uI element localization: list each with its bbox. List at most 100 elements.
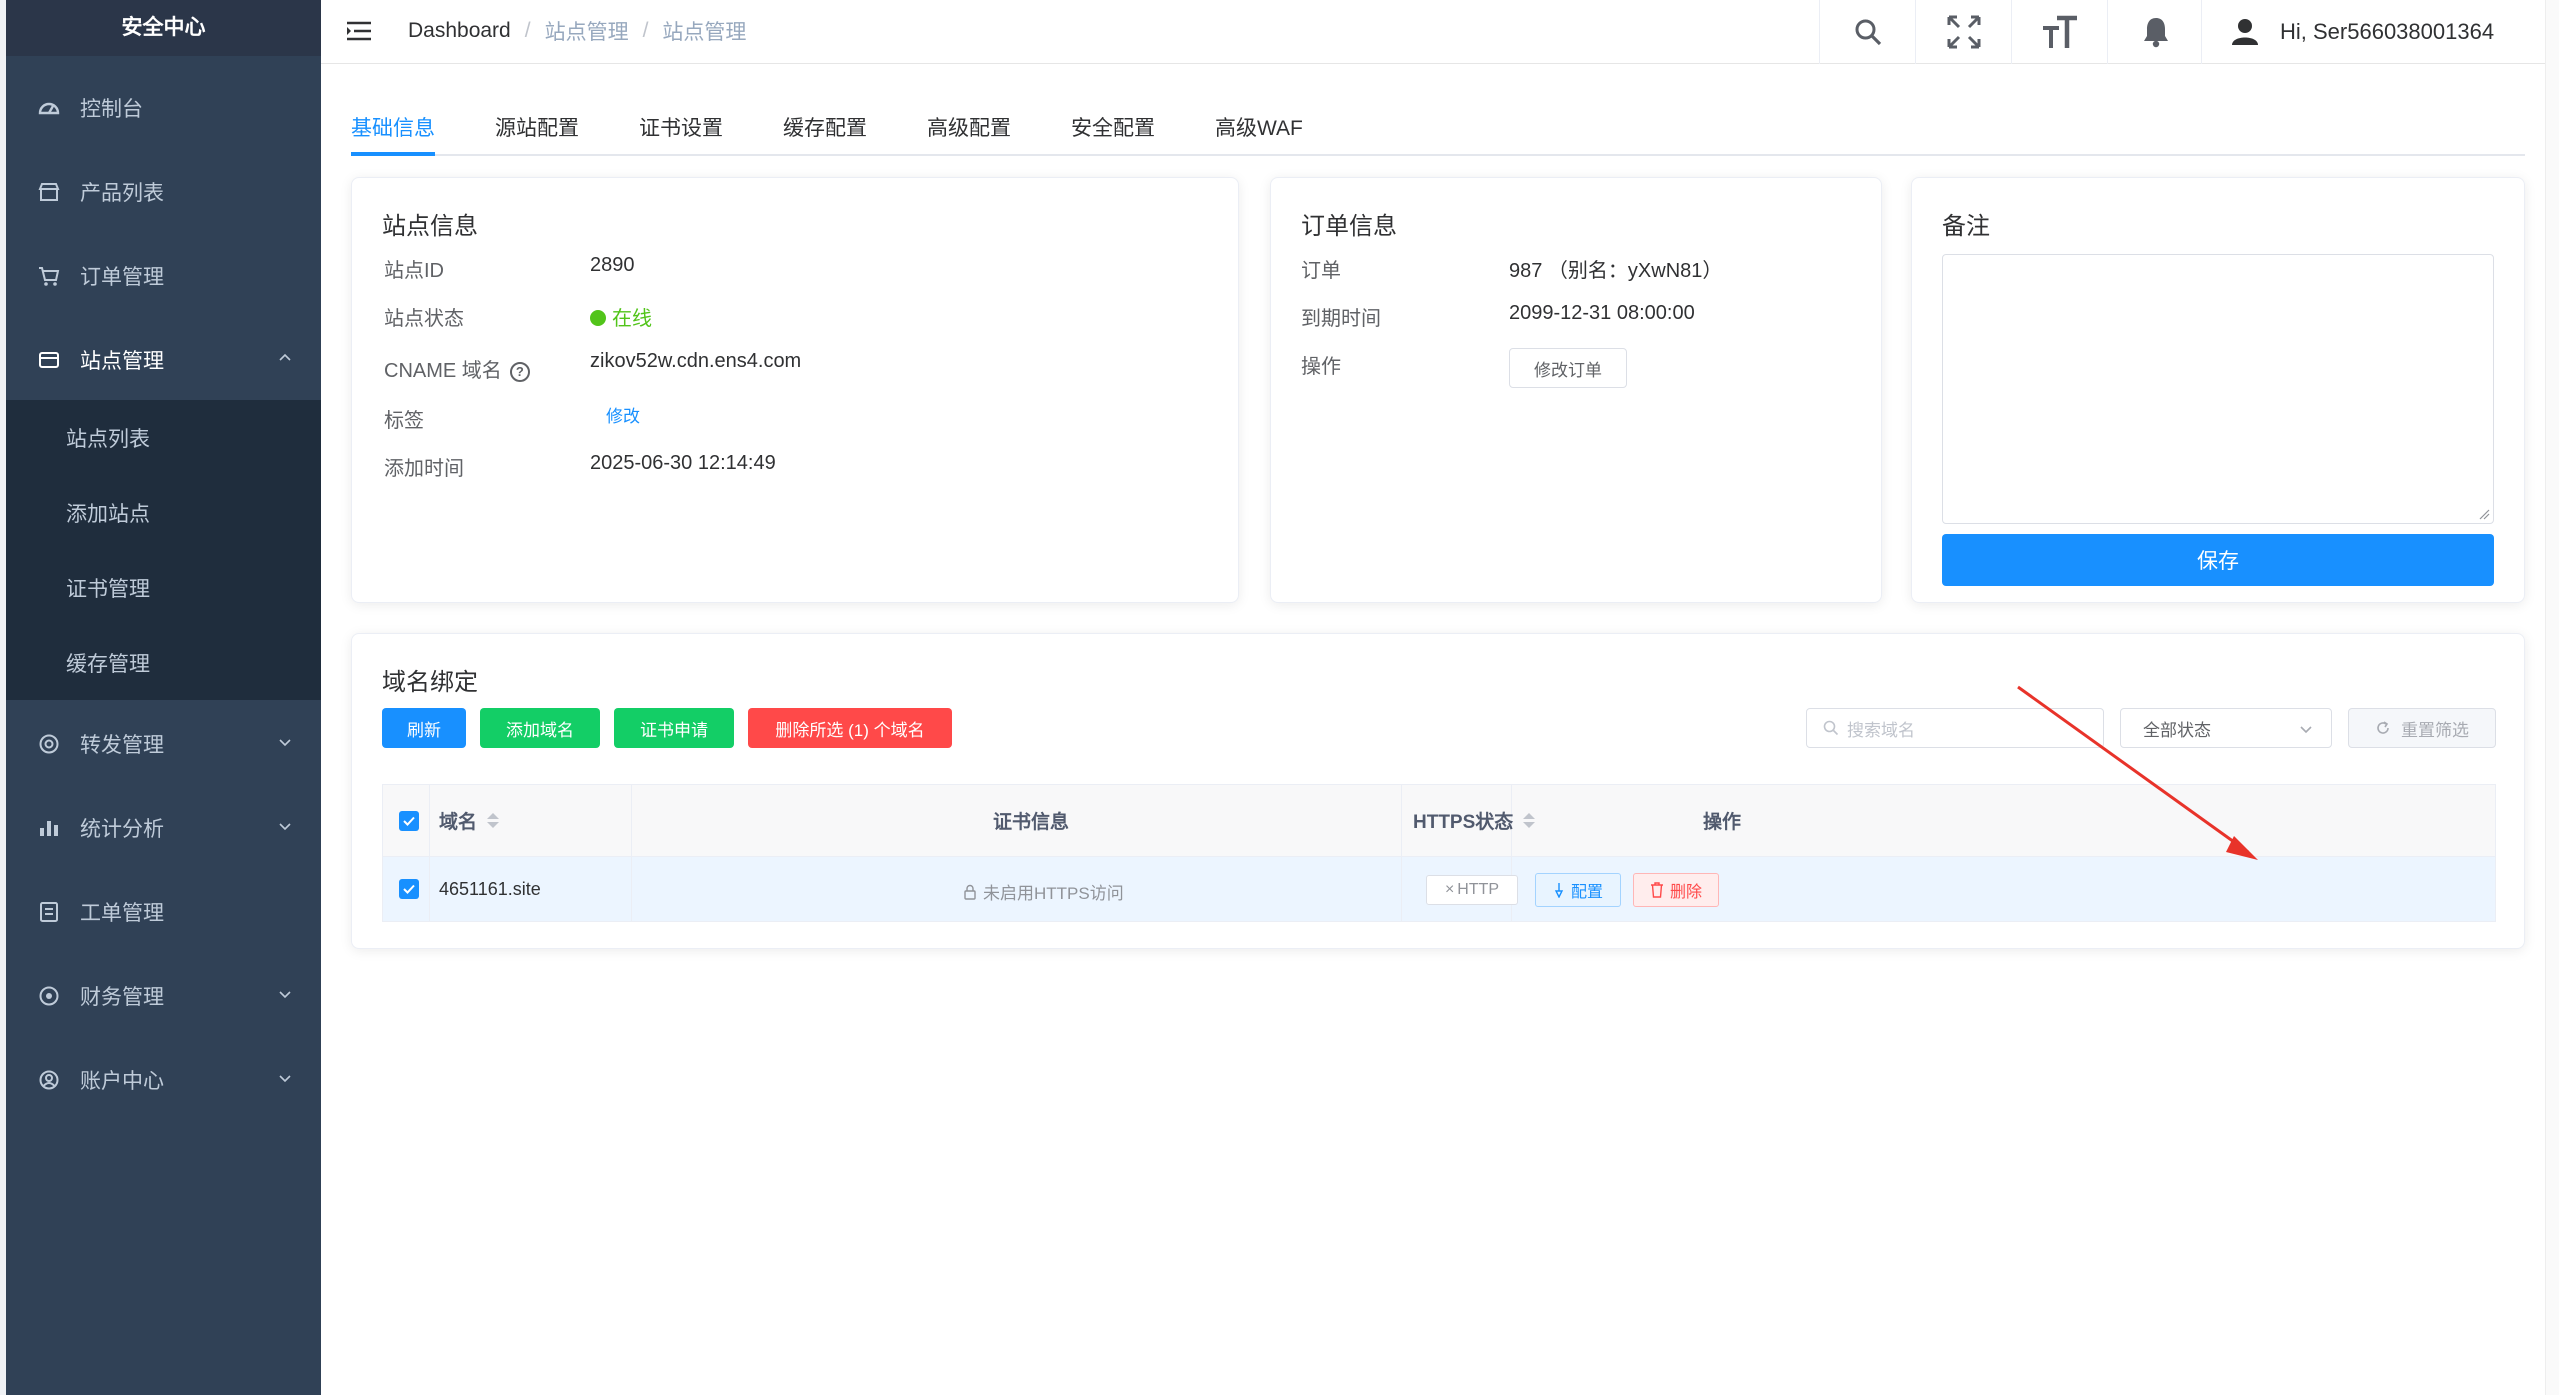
sort-icon[interactable] [487,813,500,828]
column-header-cert: 证书信息 [993,807,1069,834]
tag-label: 标签 [384,410,424,432]
site-info-title: 站点信息 [382,213,478,240]
tab-cert-settings[interactable]: 证书设置 [639,112,723,156]
chevron-down-icon [2300,726,2312,734]
account-icon [36,1067,62,1093]
chevron-down-icon [279,991,291,999]
save-remark-button[interactable]: 保存 [1942,534,2494,586]
column-header-actions: 操作 [1703,807,1741,834]
breadcrumb: Dashboard / 站点管理 / 站点管理 [408,16,746,46]
fullscreen-button[interactable] [1915,0,2011,64]
column-header-label: HTTPS状态 [1413,812,1514,833]
delete-selected-button[interactable]: 删除所选 (1) 个域名 [748,708,952,748]
cname-label: CNAME 域名? [384,354,530,383]
cert-info-cell: 未启用HTTPS访问 [963,879,1124,904]
row-checkbox[interactable] [399,879,419,899]
added-time-value: 2025-06-30 12:14:49 [590,452,776,474]
tab-security-config[interactable]: 安全配置 [1071,112,1155,156]
sidebar-item-products[interactable]: 产品列表 [6,150,321,234]
edit-tag-link[interactable]: 修改 [606,402,640,427]
forward-icon [36,731,62,757]
notification-button[interactable] [2107,0,2203,64]
cname-label-text: CNAME 域名 [384,360,502,382]
sidebar-item-account[interactable]: 账户中心 [6,1038,321,1122]
submenu-item-site-list[interactable]: 站点列表 [6,400,321,475]
order-label: 订单 [1301,260,1341,282]
submenu-item-add-site[interactable]: 添加站点 [6,475,321,550]
chevron-down-icon [279,739,291,747]
user-menu[interactable]: Hi, Ser566038001364 [2201,0,2545,64]
refresh-icon [2377,721,2389,734]
sidebar-item-statistics[interactable]: 统计分析 [6,786,321,870]
tab-advanced-waf[interactable]: 高级WAF [1215,112,1303,156]
submenu-item-cert-management[interactable]: 证书管理 [6,550,321,625]
domain-search-input[interactable]: 搜索域名 [1806,708,2104,748]
cert-apply-button[interactable]: 证书申请 [614,708,734,748]
sidebar-item-label: 控制台 [80,98,143,121]
add-domain-button[interactable]: 添加域名 [480,708,600,748]
domain-table: 域名 证书信息 HTTPS状态 操作 4651161.site 未启用HTTPS… [382,784,2496,922]
delete-button[interactable]: 删除 [1633,873,1719,907]
refresh-button[interactable]: 刷新 [382,708,466,748]
submenu-item-cache-management[interactable]: 缓存管理 [6,625,321,700]
breadcrumb-site-management[interactable]: 站点管理 [545,16,629,46]
font-size-button[interactable] [2011,0,2107,64]
dashboard-icon [36,95,62,121]
sidebar-item-site-management[interactable]: 站点管理 [6,318,321,402]
sidebar-item-dashboard[interactable]: 控制台 [6,66,321,150]
tab-origin-config[interactable]: 源站配置 [495,112,579,156]
finance-icon [36,983,62,1009]
site-id-value: 2890 [590,254,635,276]
shop-icon [36,179,62,205]
submenu-label: 证书管理 [66,577,150,601]
column-header-domain[interactable]: 域名 [439,807,500,834]
sidebar-item-label: 转发管理 [80,734,164,757]
tab-advanced-config[interactable]: 高级配置 [927,112,1011,156]
breadcrumb-dashboard[interactable]: Dashboard [408,19,511,43]
sidebar-item-tickets[interactable]: 工单管理 [6,870,321,954]
modify-order-button[interactable]: 修改订单 [1509,348,1627,388]
order-info-card: 订单信息 订单 987 （别名：yXwN81） 到期时间 2099-12-31 … [1270,177,1882,603]
tab-bar: 基础信息 源站配置 证书设置 缓存配置 高级配置 安全配置 高级WAF [351,100,2525,156]
top-header: Dashboard / 站点管理 / 站点管理 Hi, Ser566038001… [321,0,2545,64]
column-divider [631,785,632,921]
chevron-down-icon [279,823,291,831]
chart-icon [36,815,62,841]
remark-textarea[interactable] [1942,254,2494,524]
sidebar-item-label: 产品列表 [80,182,164,205]
status-filter-select[interactable]: 全部状态 [2120,708,2332,748]
expire-value: 2099-12-31 08:00:00 [1509,302,1695,324]
user-icon [2232,19,2258,45]
help-icon[interactable]: ? [509,362,530,382]
tab-cache-config[interactable]: 缓存配置 [783,112,867,156]
active-tab-indicator [351,152,435,156]
sidebar-item-label: 财务管理 [80,986,164,1009]
sidebar-item-forward[interactable]: 转发管理 [6,702,321,786]
tab-basic-info[interactable]: 基础信息 [351,112,435,156]
resize-handle-icon[interactable] [2478,508,2490,520]
ticket-icon [36,899,62,925]
page-scrollbar[interactable] [2545,0,2559,1395]
submenu-label: 添加站点 [66,502,150,526]
remark-title: 备注 [1942,213,1990,240]
delete-label: 删除 [1669,884,1702,901]
config-button[interactable]: 配置 [1535,873,1621,907]
config-label: 配置 [1570,884,1603,901]
hamburger-menu-icon[interactable] [345,18,373,44]
select-all-checkbox[interactable] [399,811,419,831]
added-time-label: 添加时间 [384,458,464,480]
submenu-label: 缓存管理 [66,652,150,676]
site-id-label: 站点ID [384,260,444,282]
fullscreen-icon [1947,15,1980,49]
search-button[interactable] [1819,0,1915,64]
sidebar-item-orders[interactable]: 订单管理 [6,234,321,318]
sidebar-item-finance[interactable]: 财务管理 [6,954,321,1038]
chevron-up-icon [279,353,291,361]
reset-filter-button[interactable]: 重置筛选 [2348,708,2496,748]
sidebar-item-label: 账户中心 [80,1070,164,1093]
sort-icon[interactable] [1523,813,1536,828]
search-placeholder: 搜索域名 [1847,720,1915,740]
site-status-label: 站点状态 [384,308,464,330]
column-header-label: 域名 [439,812,478,833]
column-header-https[interactable]: HTTPS状态 [1413,807,1536,834]
